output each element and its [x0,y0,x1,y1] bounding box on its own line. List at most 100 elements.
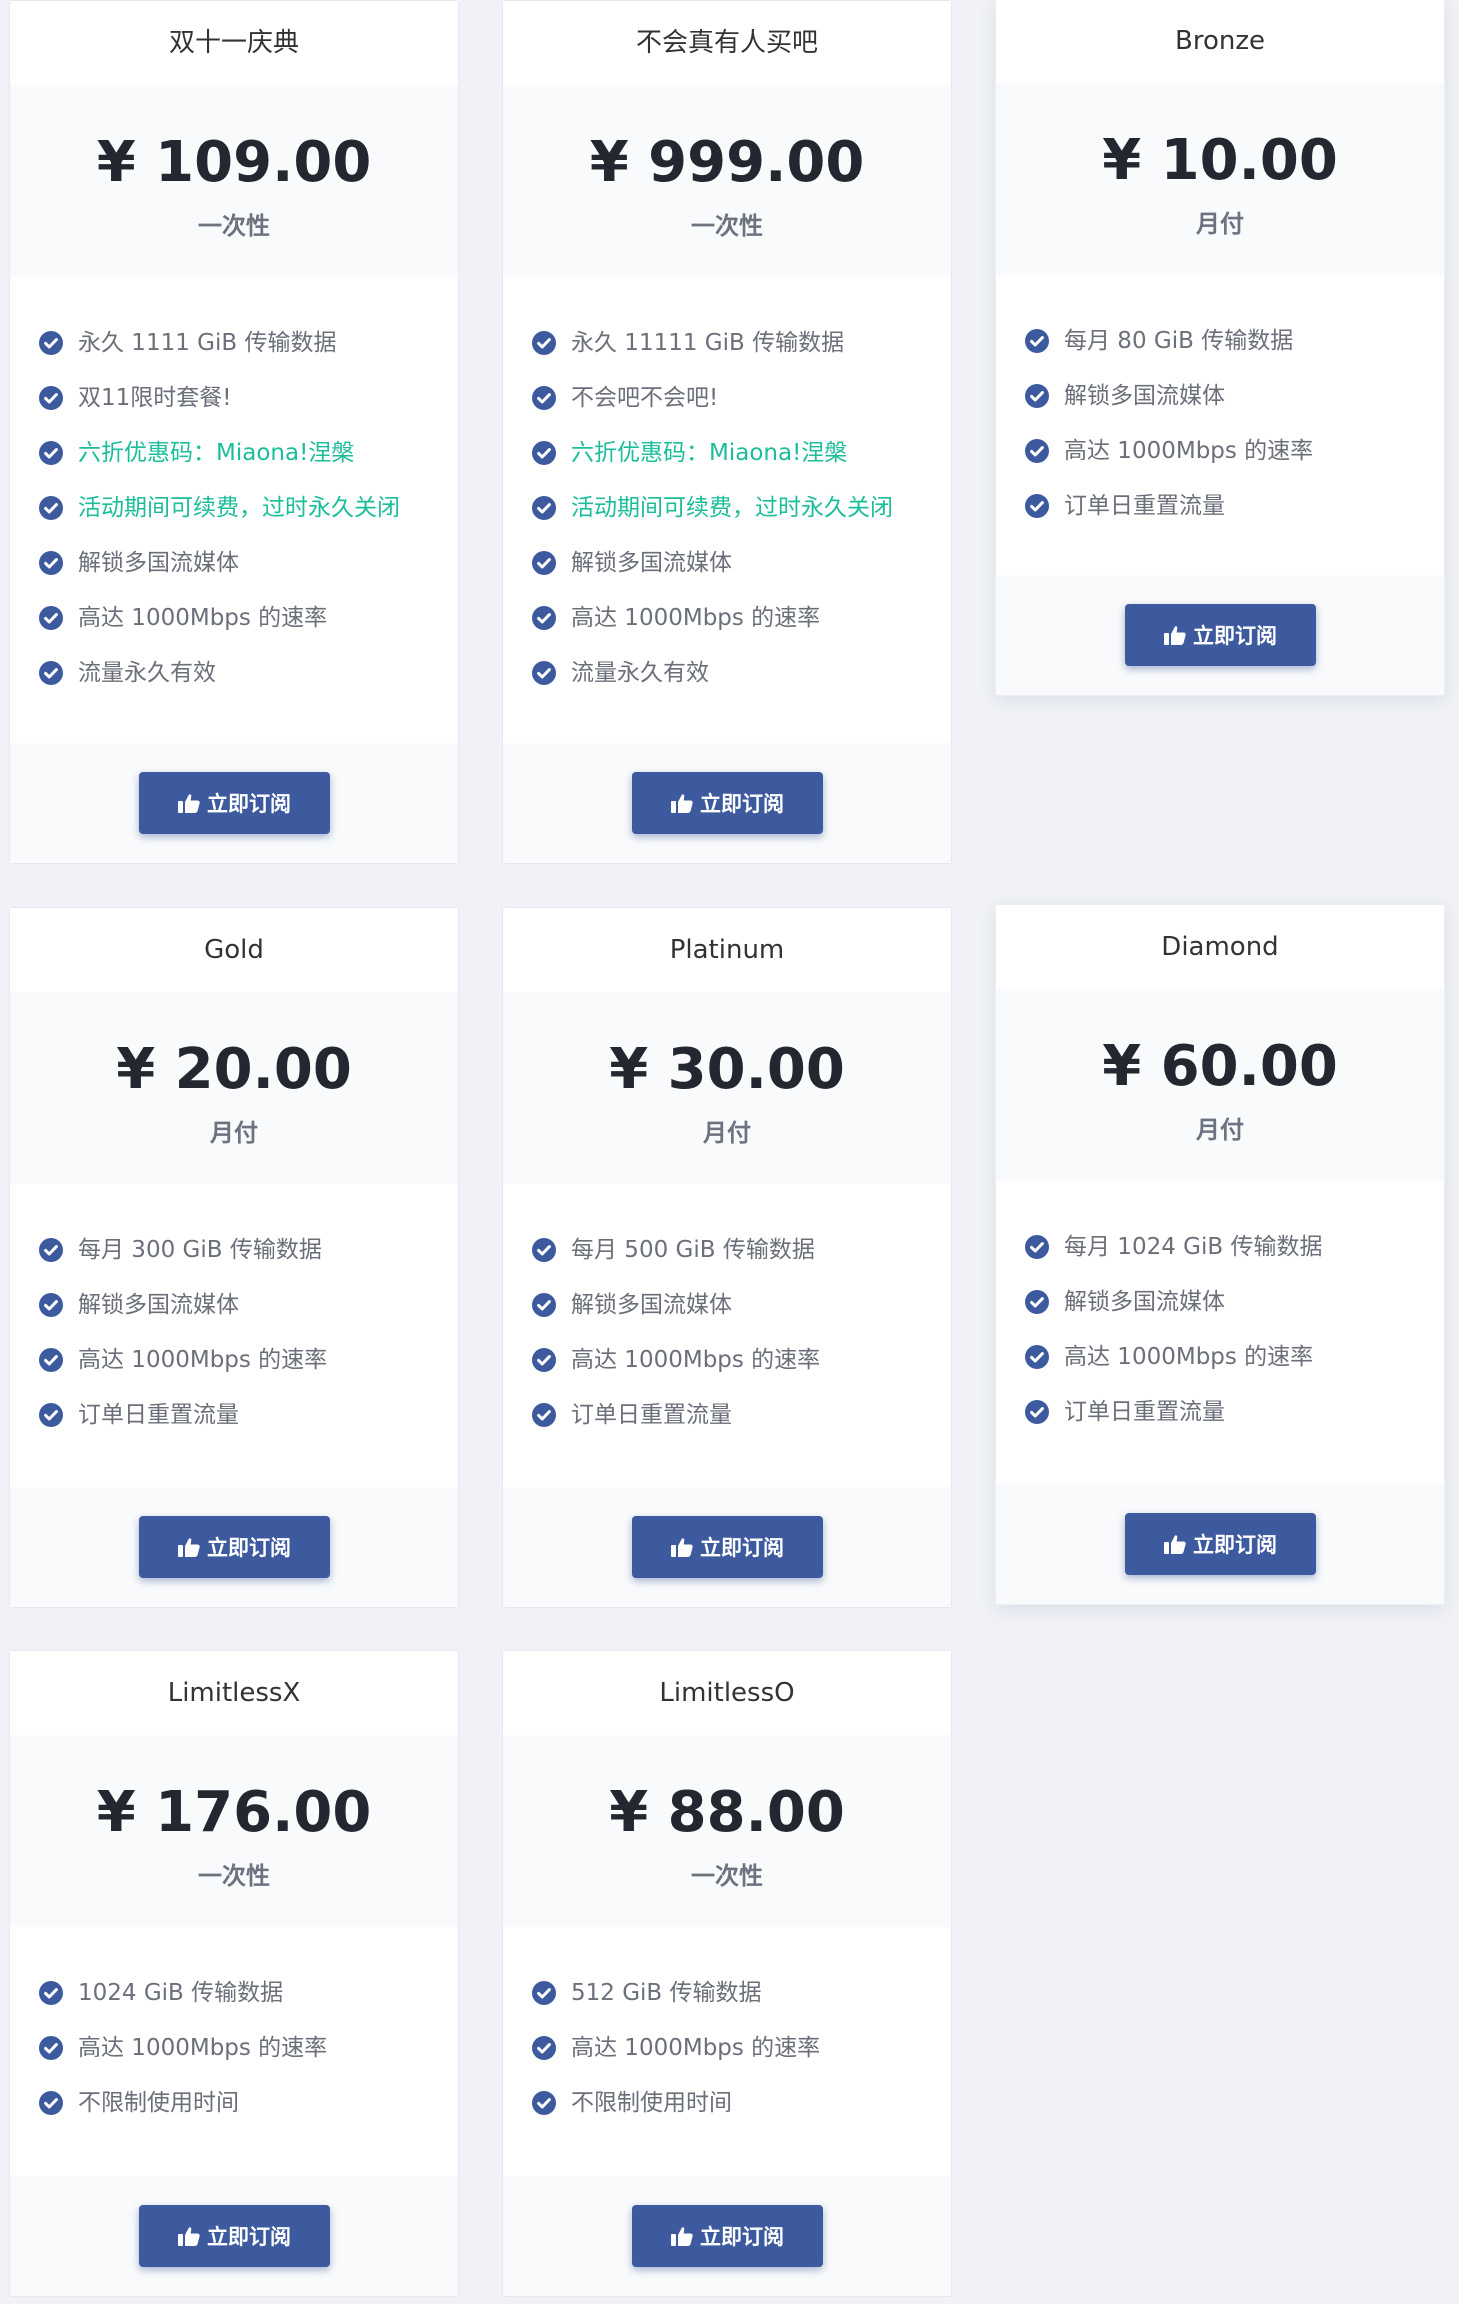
plan-billing-period: 月付 [210,1119,258,1147]
plan-feature-item: 高达 1000Mbps 的速率 [1025,1341,1444,1396]
plan-feature-item: 永久 11111 GiB 传输数据 [532,327,951,382]
subscribe-button-label: 立即订阅 [1193,624,1277,648]
plan-price-block: ¥ 176.00 一次性 [10,1735,458,1927]
plan-feature-text: 不限制使用时间 [571,2090,732,2116]
subscribe-button[interactable]: 立即订阅 [139,2205,330,2267]
check-circle-icon [532,1399,571,1427]
plan-card: Platinum ¥ 30.00 月付每月 500 GiB 传输数据 解锁多国流媒体高… [502,907,952,1608]
plan-price: ¥ 88.00 [609,1780,845,1845]
plan-feature-text: 每月 500 GiB 传输数据 [571,1237,815,1263]
check-circle-icon [39,657,78,685]
check-circle-icon [532,657,571,685]
plan-feature-list: 每月 500 GiB 传输数据 解锁多国流媒体 高达 1000Mbps 的速率 订单日… [503,1184,951,1454]
plan-price: ¥ 176.00 [96,1780,372,1845]
subscribe-button[interactable]: 立即订阅 [632,772,823,834]
plan-card: 双十一庆典 ¥ 109.00 一次性 永久 1111 GiB 传输数据 双11限时套餐!… [9,0,459,864]
check-circle-icon [532,492,571,520]
plan-feature-text: 高达 1000Mbps 的速率 [78,2035,328,2061]
check-circle-icon [39,547,78,575]
check-circle-icon [1025,435,1064,463]
plan-feature-text: 1024 GiB 传输数据 [78,1980,284,2006]
plan-feature-item: 高达 1000Mbps 的速率 [532,1344,951,1399]
plan-price-block: ¥ 109.00 一次性 [10,85,458,277]
plan-billing-period: 月付 [703,1119,751,1147]
plan-feature-list: 每月 300 GiB 传输数据 解锁多国流媒体 高达 1000Mbps 的速率 订单日… [10,1184,458,1454]
plan-feature-item: 解锁多国流媒体 [532,547,951,602]
thumbs-up-icon [178,1537,207,1557]
plan-feature-item: 不限制使用时间 [39,2087,458,2142]
plan-feature-text: 六折优惠码：Miaona!涅槃 [571,440,848,466]
plan-title: LimitlessO [503,1651,951,1735]
check-circle-icon [39,1977,78,2005]
plan-price-block: ¥ 10.00 月付 [996,83,1444,275]
subscribe-button[interactable]: 立即订阅 [1125,604,1316,666]
subscribe-button[interactable]: 立即订阅 [1125,1513,1316,1575]
plan-feature-list: 每月 1024 GiB 传输数据 解锁多国流媒体 高达 1000Mbps 的速率 订单… [996,1181,1444,1451]
plan-card-footer: 立即订阅 [10,1487,458,1607]
plan-feature-item: 订单日重置流量 [39,1399,458,1454]
plan-feature-list: 永久 11111 GiB 传输数据 不会吧不会吧! 六折优惠码：Miaona!涅槃活… [503,277,951,712]
plan-title: Diamond [996,905,1444,989]
plan-price: ¥ 60.00 [1102,1034,1338,1099]
subscribe-button[interactable]: 立即订阅 [632,2205,823,2267]
check-circle-icon [532,1344,571,1372]
check-circle-icon [1025,1231,1064,1259]
plan-feature-item: 双11限时套餐! [39,382,458,437]
plan-feature-item: 解锁多国流媒体 [1025,380,1444,435]
plan-card-footer: 立即订阅 [503,2176,951,2296]
plan-feature-item: 不会吧不会吧! [532,382,951,437]
subscribe-button-label: 立即订阅 [207,792,291,816]
plan-feature-item: 流量永久有效 [39,657,458,712]
subscribe-button-label: 立即订阅 [700,2225,784,2249]
plan-feature-text: 流量永久有效 [571,660,709,686]
subscribe-button-label: 立即订阅 [1193,1533,1277,1557]
thumbs-up-icon [178,793,207,813]
plan-feature-text: 高达 1000Mbps 的速率 [1064,438,1314,464]
subscribe-button-label: 立即订阅 [700,792,784,816]
plan-feature-text: 不会吧不会吧! [571,385,719,411]
subscribe-button[interactable]: 立即订阅 [139,1516,330,1578]
plan-feature-list: 512 GiB 传输数据 高达 1000Mbps 的速率 不限制使用时间 [503,1927,951,2142]
plan-feature-text: 订单日重置流量 [1064,1399,1225,1425]
plan-feature-item: 高达 1000Mbps 的速率 [1025,435,1444,490]
check-circle-icon [532,602,571,630]
plan-feature-text: 双11限时套餐! [78,385,232,411]
plan-feature-item: 不限制使用时间 [532,2087,951,2142]
subscribe-button-label: 立即订阅 [700,1536,784,1560]
thumbs-up-icon [671,2226,700,2246]
plan-feature-item: 解锁多国流媒体 [39,1289,458,1344]
plan-feature-list: 每月 80 GiB 传输数据 解锁多国流媒体 高达 1000Mbps 的速率 订单日重… [996,275,1444,545]
plan-feature-text: 高达 1000Mbps 的速率 [1064,1344,1314,1370]
check-circle-icon [39,1289,78,1317]
plan-feature-text: 高达 1000Mbps 的速率 [78,605,328,631]
thumbs-up-icon [671,1537,700,1557]
plan-grid: 双十一庆典 ¥ 109.00 一次性 永久 1111 GiB 传输数据 双11限时套餐!… [0,0,1459,2304]
plan-title: Platinum [503,908,951,992]
plan-price: ¥ 30.00 [609,1037,845,1102]
check-circle-icon [1025,380,1064,408]
plan-feature-item: 512 GiB 传输数据 [532,1977,951,2032]
plan-price-block: ¥ 88.00 一次性 [503,1735,951,1927]
check-circle-icon [39,1399,78,1427]
subscribe-button-label: 立即订阅 [207,2225,291,2249]
subscribe-button[interactable]: 立即订阅 [139,772,330,834]
plan-feature-text: 解锁多国流媒体 [1064,383,1225,409]
subscribe-button-label: 立即订阅 [207,1536,291,1560]
plan-feature-text: 活动期间可续费，过时永久关闭 [78,495,400,521]
plan-card-footer: 立即订阅 [503,743,951,863]
plan-feature-item: 六折优惠码：Miaona!涅槃 [532,437,951,492]
plan-feature-text: 512 GiB 传输数据 [571,1980,762,2006]
plan-feature-item: 解锁多国流媒体 [39,547,458,602]
plan-card: Bronze ¥ 10.00 月付 每月 80 GiB 传输数据 解锁多国流媒体 高达 1… [995,0,1445,696]
plan-feature-text: 高达 1000Mbps 的速率 [571,605,821,631]
plan-card: Diamond ¥ 60.00 月付 每月 1024 GiB 传输数据 解锁多国流媒体高… [995,904,1445,1605]
plan-feature-item: 高达 1000Mbps 的速率 [39,2032,458,2087]
plan-price: ¥ 20.00 [116,1037,352,1102]
subscribe-button[interactable]: 立即订阅 [632,1516,823,1578]
plan-title: Gold [10,908,458,992]
plan-billing-period: 月付 [1196,1116,1244,1144]
check-circle-icon [39,382,78,410]
check-circle-icon [1025,1341,1064,1369]
plan-feature-text: 解锁多国流媒体 [1064,1289,1225,1315]
plan-feature-text: 订单日重置流量 [571,1402,732,1428]
